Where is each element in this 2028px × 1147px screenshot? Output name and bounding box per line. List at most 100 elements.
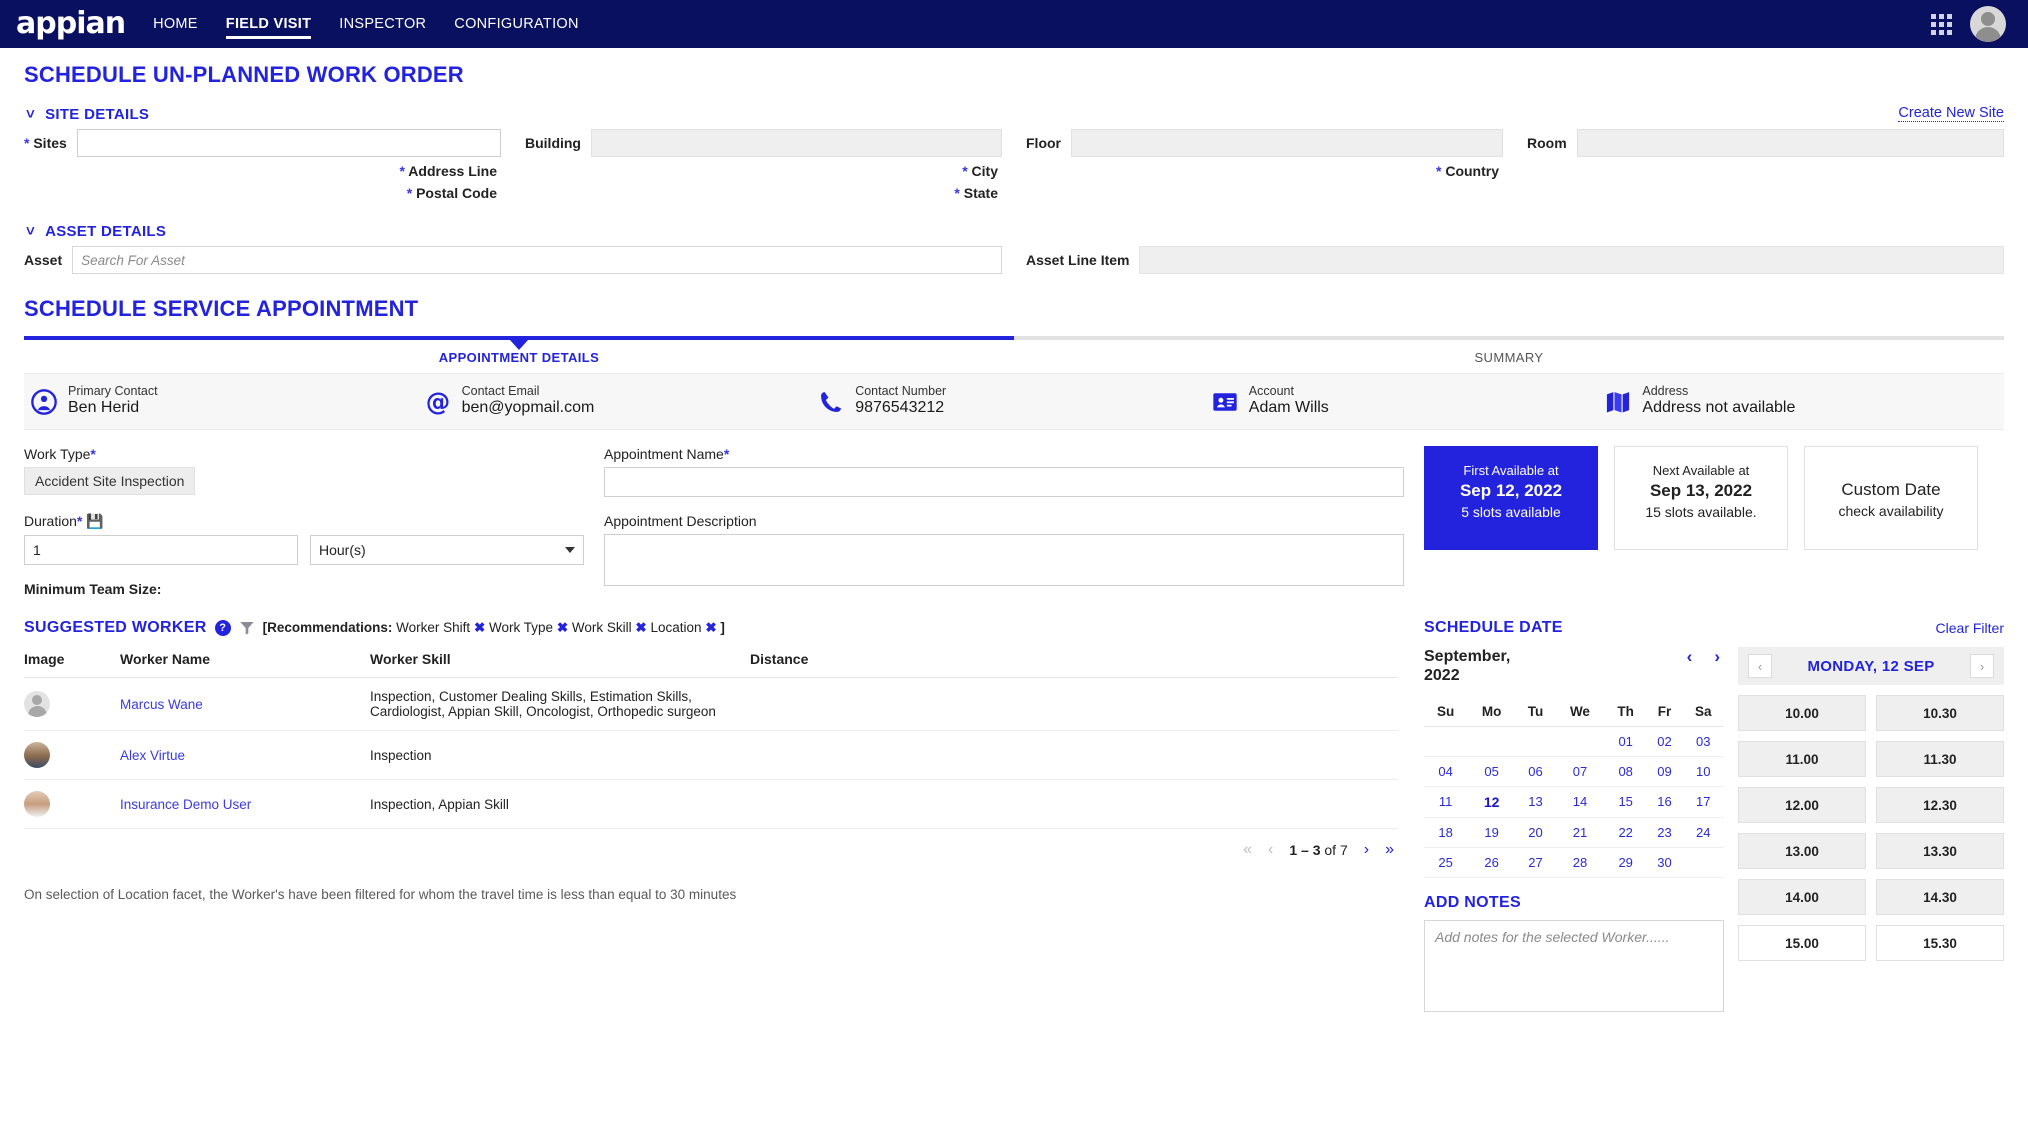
asset-line-item-input[interactable] (1139, 246, 2004, 274)
time-slot[interactable]: 12.00 (1738, 787, 1866, 824)
site-fields-row3: * Postal Code * State (24, 185, 2004, 201)
tab-summary[interactable]: SUMMARY (1014, 350, 2004, 365)
remove-facet-work-skill-icon[interactable]: ✖ (635, 620, 646, 635)
remove-facet-location-icon[interactable]: ✖ (705, 620, 716, 635)
calendar-week-0: 01 02 03 (1424, 726, 1724, 757)
remove-facet-worker-shift-icon[interactable]: ✖ (474, 620, 485, 635)
calendar-day[interactable]: 17 (1682, 786, 1724, 818)
time-slot[interactable]: 11.30 (1876, 741, 2004, 778)
nav-item-configuration[interactable]: CONFIGURATION (454, 0, 578, 48)
calendar-day[interactable]: 14 (1554, 786, 1606, 818)
calendar-day[interactable]: 03 (1682, 726, 1724, 757)
nav-item-field-visit[interactable]: FIELD VISIT (225, 0, 312, 48)
first-available-slots: 5 slots available (1461, 504, 1561, 521)
time-slot[interactable]: 13.30 (1876, 833, 2004, 870)
cell-name-0: Marcus Wane (120, 677, 370, 732)
contact-account-value: Adam Wills (1248, 399, 1329, 417)
calendar-day[interactable]: 21 (1554, 817, 1606, 848)
calendar-day[interactable]: 08 (1605, 756, 1647, 787)
apps-grid-icon[interactable] (1931, 13, 1952, 35)
availability-card-first[interactable]: First Available at Sep 12, 2022 5 slots … (1424, 446, 1598, 551)
remove-facet-work-type-icon[interactable]: ✖ (557, 620, 568, 635)
table-row[interactable]: Marcus Wane Inspection, Customer Dealing… (24, 677, 1398, 732)
worker-name-link[interactable]: Insurance Demo User (120, 797, 251, 812)
time-slot[interactable]: 13.00 (1738, 833, 1866, 870)
prev-page-icon[interactable]: ‹ (1268, 841, 1273, 859)
calendar-prev-month-icon[interactable]: ‹ (1687, 647, 1693, 667)
calendar-day[interactable]: 22 (1605, 817, 1647, 848)
sites-input[interactable] (76, 129, 501, 157)
time-slot[interactable]: 14.00 (1738, 879, 1866, 916)
time-slot[interactable]: 10.30 (1876, 695, 2004, 732)
availability-card-custom[interactable]: Custom Date check availability (1804, 446, 1978, 551)
asset-details-header[interactable]: ˅ ASSET DETAILS (26, 223, 2004, 240)
availability-card-next[interactable]: Next Available at Sep 13, 2022 15 slots … (1614, 446, 1788, 551)
time-slot[interactable]: 11.00 (1738, 741, 1866, 778)
slot-next-day-icon[interactable]: › (1970, 654, 1994, 679)
calendar-day[interactable]: 24 (1682, 817, 1724, 848)
calendar-day[interactable]: 18 (1424, 817, 1468, 848)
calendar-day[interactable]: 11 (1424, 786, 1468, 818)
chevron-down-icon-asset[interactable]: ˅ (26, 223, 35, 240)
time-slot[interactable]: 14.30 (1876, 879, 2004, 916)
calendar-day[interactable]: 19 (1467, 817, 1517, 848)
first-page-icon[interactable]: « (1243, 841, 1252, 859)
last-page-icon[interactable]: » (1385, 841, 1394, 859)
nav-item-home[interactable]: HOME (153, 0, 198, 48)
clear-filter-link[interactable]: Clear Filter (1936, 620, 2004, 636)
table-row[interactable]: Alex Virtue Inspection (24, 730, 1398, 781)
chevron-down-icon[interactable]: ˅ (26, 106, 35, 123)
appointment-name-input[interactable] (604, 467, 1404, 498)
site-details-header[interactable]: ˅ SITE DETAILS (26, 106, 149, 123)
calendar-day[interactable]: 29 (1605, 847, 1647, 878)
building-input[interactable] (591, 129, 1002, 157)
calendar-day[interactable]: 09 (1646, 756, 1683, 787)
calendar-day[interactable]: 15 (1605, 786, 1647, 818)
add-notes-textarea[interactable]: Add notes for the selected Worker...... (1424, 919, 1724, 1012)
floor-input[interactable] (1071, 129, 1503, 157)
nav-item-inspector[interactable]: INSPECTOR (339, 0, 426, 48)
calendar-day[interactable]: 30 (1646, 847, 1683, 878)
calendar-day[interactable]: 05 (1467, 756, 1517, 787)
calendar-day[interactable]: 23 (1646, 817, 1683, 848)
calendar-day[interactable]: 20 (1516, 817, 1555, 848)
table-row[interactable]: Insurance Demo User Inspection, Appian S… (24, 779, 1398, 830)
worker-name-link[interactable]: Marcus Wane (120, 697, 203, 712)
calendar-day[interactable]: 26 (1467, 847, 1517, 878)
duration-input[interactable]: 1 (24, 535, 298, 566)
calendar-day[interactable]: 10 (1682, 756, 1724, 787)
time-slot[interactable]: 12.30 (1876, 787, 2004, 824)
time-slot[interactable]: 10.00 (1738, 695, 1866, 732)
facet-work-type: Work Type (489, 620, 554, 636)
work-type-value[interactable]: Accident Site Inspection (24, 467, 196, 496)
tab-appointment-details[interactable]: APPOINTMENT DETAILS (24, 350, 1014, 365)
calendar-day[interactable]: 06 (1516, 756, 1555, 787)
calendar-day[interactable]: 13 (1516, 786, 1555, 818)
appian-logo[interactable]: appian (16, 9, 126, 39)
calendar-day[interactable]: 25 (1424, 847, 1468, 878)
duration-unit-select[interactable]: Hour(s) (310, 535, 584, 566)
calendar-day[interactable]: 28 (1554, 847, 1606, 878)
cell-name-1: Alex Virtue (120, 730, 370, 781)
calendar-day[interactable]: 27 (1516, 847, 1555, 878)
calendar-day[interactable]: 01 (1605, 726, 1647, 757)
calendar-next-month-icon[interactable]: › (1714, 647, 1720, 667)
time-slot[interactable]: 15.30 (1876, 925, 2004, 962)
worker-name-link[interactable]: Alex Virtue (120, 748, 185, 763)
save-disk-icon[interactable]: 💾 (86, 513, 103, 529)
create-new-site-link[interactable]: Create New Site (1898, 105, 2004, 122)
filter-icon[interactable] (239, 620, 255, 636)
room-input[interactable] (1576, 129, 2004, 157)
asset-search-input[interactable]: Search For Asset (72, 246, 1002, 274)
slot-prev-day-icon[interactable]: ‹ (1748, 654, 1772, 679)
calendar-day[interactable]: 07 (1554, 756, 1606, 787)
calendar-day-selected[interactable]: 12 (1467, 786, 1517, 818)
help-icon[interactable]: ? (214, 620, 231, 637)
time-slot[interactable]: 15.00 (1738, 925, 1866, 962)
calendar-day[interactable]: 02 (1646, 726, 1683, 757)
appointment-description-textarea[interactable] (604, 534, 1404, 587)
next-page-icon[interactable]: › (1364, 841, 1369, 859)
calendar-day[interactable]: 04 (1424, 756, 1468, 787)
calendar-day[interactable]: 16 (1646, 786, 1683, 818)
user-avatar[interactable] (1970, 6, 2006, 42)
